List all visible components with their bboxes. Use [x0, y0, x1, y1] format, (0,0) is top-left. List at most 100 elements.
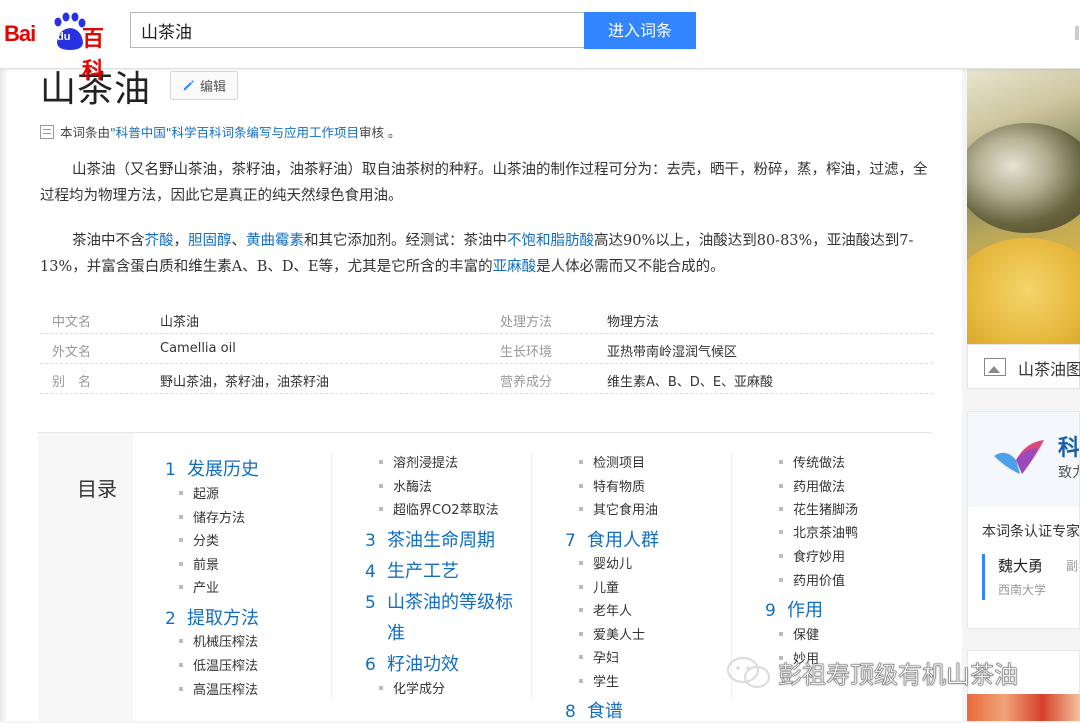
subitem-label: 特有物质: [593, 480, 646, 495]
review-link[interactable]: "科普中国"科学百科词条编写与应用工作项目: [110, 122, 359, 141]
catalog-subitem[interactable]: 药用做法: [779, 476, 845, 495]
info-row: 别 名 野山茶油，茶籽油，油茶籽油 营养成分 维生素A、B、D、E、亚麻酸: [40, 364, 933, 394]
catalog-subitem[interactable]: 保健: [779, 624, 819, 643]
subitem-label: 食疗妙用: [793, 550, 846, 565]
subitem-label: 分类: [193, 534, 220, 549]
catalog-subitem[interactable]: 爱美人士: [579, 624, 645, 643]
subitem-label: 药用价值: [793, 574, 846, 589]
catalog-subitem[interactable]: 机械压榨法: [179, 631, 258, 650]
p2-link-linolenic-acid[interactable]: 亚麻酸: [493, 259, 537, 275]
intro-paragraph-1: 山茶油（又名野山茶油，茶籽油，油茶籽油）取自油茶树的种籽。山茶油的制作过程可分为…: [40, 162, 928, 204]
catalog-subitem[interactable]: 孕妇: [579, 647, 619, 666]
section-number: 2: [165, 609, 176, 629]
catalog-divider: [331, 453, 332, 698]
spoon-graphic: [967, 123, 1080, 233]
subitem-label: 前景: [193, 558, 220, 573]
subitem-label: 儿童: [593, 581, 620, 596]
catalog-section-2[interactable]: 2 提取方法: [165, 604, 259, 630]
catalog-subitem[interactable]: 起源: [179, 483, 219, 502]
sidebar-bottom-image[interactable]: [967, 694, 1080, 721]
info-key: 中文名: [52, 315, 92, 330]
p2-text: 和其它添加剂。经测试：茶油中: [304, 233, 507, 249]
info-row: 中文名 山茶油 处理方法 物理方法: [40, 304, 933, 334]
catalog-subitem[interactable]: 储存方法: [179, 507, 245, 526]
basic-info-table: 中文名 山茶油 处理方法 物理方法 外文名 Camellia oil 生长环境 …: [40, 304, 933, 394]
section-number: 1: [165, 460, 176, 480]
info-value: 山茶油: [160, 315, 200, 330]
expert-role: 副: [1066, 559, 1079, 573]
catalog-subitem[interactable]: 高温压榨法: [179, 679, 258, 698]
catalog-section-7[interactable]: 7 食用人群: [565, 526, 659, 552]
catalog-section-9[interactable]: 9 作用: [765, 596, 823, 622]
subitem-label: 产业: [193, 581, 220, 596]
catalog-section-1[interactable]: 1 发展历史: [165, 455, 259, 481]
catalog-subitem[interactable]: 老年人: [579, 600, 632, 619]
catalog-subitem[interactable]: 前景: [179, 554, 219, 573]
section-number: 5: [365, 593, 376, 613]
catalog-subitem[interactable]: 药用价值: [779, 570, 845, 589]
catalog-subitem[interactable]: 北京茶油鸭: [779, 522, 858, 541]
p2-link-cholesterol[interactable]: 胆固醇: [188, 233, 232, 249]
subitem-label: 检测项目: [593, 456, 646, 471]
p2-text: 是人体必需而又不能合成的。: [536, 259, 725, 275]
subitem-label: 学生: [593, 675, 620, 690]
catalog-subitem[interactable]: 食疗妙用: [779, 546, 845, 565]
catalog-subitem[interactable]: 婴幼儿: [579, 553, 632, 572]
subitem-label: 保健: [793, 628, 820, 643]
catalog-subitem[interactable]: 传统做法: [779, 452, 845, 471]
catalog-section-3[interactable]: 3 茶油生命周期: [365, 526, 495, 552]
catalog-subitem[interactable]: 分类: [179, 530, 219, 549]
review-note: 本词条由 "科普中国"科学百科词条编写与应用工作项目 审核 。: [40, 122, 401, 141]
catalog-subitem[interactable]: 检测项目: [579, 452, 645, 471]
catalog-section-4[interactable]: 4 生产工艺: [365, 557, 459, 583]
catalog-divider: [531, 453, 532, 698]
intro-paragraph-2: 茶油中不含芥酸，胆固醇、黄曲霉素和其它添加剂。经测试：茶油中不饱和脂肪酸高达90…: [40, 228, 936, 280]
image-album-link[interactable]: 山茶油图: [967, 344, 1080, 389]
edit-button[interactable]: 编辑: [170, 71, 238, 100]
expert-cert-label: 本词条认证专家: [982, 524, 1080, 540]
p2-text: 、: [231, 233, 247, 249]
subitem-label: 婴幼儿: [593, 557, 633, 572]
info-key: 别 名: [52, 375, 92, 390]
catalog-subitem[interactable]: 特有物质: [579, 476, 645, 495]
catalog-subitem[interactable]: 低温压榨法: [179, 655, 258, 674]
summary-image[interactable]: [967, 68, 1080, 344]
subitem-label: 机械压榨法: [193, 635, 259, 650]
expert-school: 西南大学: [998, 583, 1047, 597]
catalog-subitem[interactable]: 水酶法: [379, 476, 432, 495]
catalog-subitem[interactable]: 学生: [579, 671, 619, 690]
catalog-section-5[interactable]: 5 山茶油的等级标: [365, 588, 513, 614]
catalog-label: 目录: [77, 477, 117, 501]
p2-link-unsaturated-fatty-acid[interactable]: 不饱和脂肪酸: [507, 233, 594, 249]
catalog-section-8[interactable]: 8 食谱: [565, 697, 623, 723]
p2-link-aflatoxin[interactable]: 黄曲霉素: [246, 233, 304, 249]
science-card-subtitle: 致力: [1058, 465, 1079, 481]
catalog-subitem[interactable]: 其它食用油: [579, 499, 658, 518]
document-icon: [40, 124, 54, 139]
baike-logo[interactable]: Bai du 百科: [4, 8, 122, 83]
catalog-subitem[interactable]: 溶剂浸提法: [379, 452, 458, 471]
catalog-subitem[interactable]: 产业: [179, 577, 219, 596]
science-card-banner[interactable]: 科 致力: [968, 412, 1079, 507]
logo-text-paw: du: [57, 31, 71, 43]
catalog-section-5-wrap[interactable]: 准: [387, 619, 405, 645]
left-shadow: [0, 68, 8, 721]
catalog-section-6[interactable]: 6 籽油功效: [365, 650, 459, 676]
catalog-subitem[interactable]: 超临界CO2萃取法: [379, 499, 499, 518]
expert-name[interactable]: 魏大勇: [998, 555, 1043, 576]
p2-link-erucic-acid[interactable]: 芥酸: [145, 233, 174, 249]
info-key: 外文名: [52, 345, 92, 360]
section-title: 食谱: [587, 701, 623, 722]
search-input[interactable]: [131, 13, 584, 47]
p2-text: ，: [173, 233, 189, 249]
watermark-text: 彭祖寿顶级有机山茶油: [778, 661, 1019, 690]
subitem-label: 花生猪脚汤: [793, 503, 859, 518]
enter-entry-button[interactable]: 进入词条: [584, 12, 696, 49]
catalog-subitem[interactable]: 化学成分: [379, 678, 445, 697]
edit-label: 编辑: [199, 80, 226, 95]
catalog-subitem[interactable]: 花生猪脚汤: [779, 499, 858, 518]
subitem-label: 爱美人士: [593, 628, 646, 643]
catalog-subitem[interactable]: 儿童: [579, 577, 619, 596]
info-key: 生长环境: [500, 345, 553, 360]
subitem-label: 传统做法: [793, 456, 846, 471]
